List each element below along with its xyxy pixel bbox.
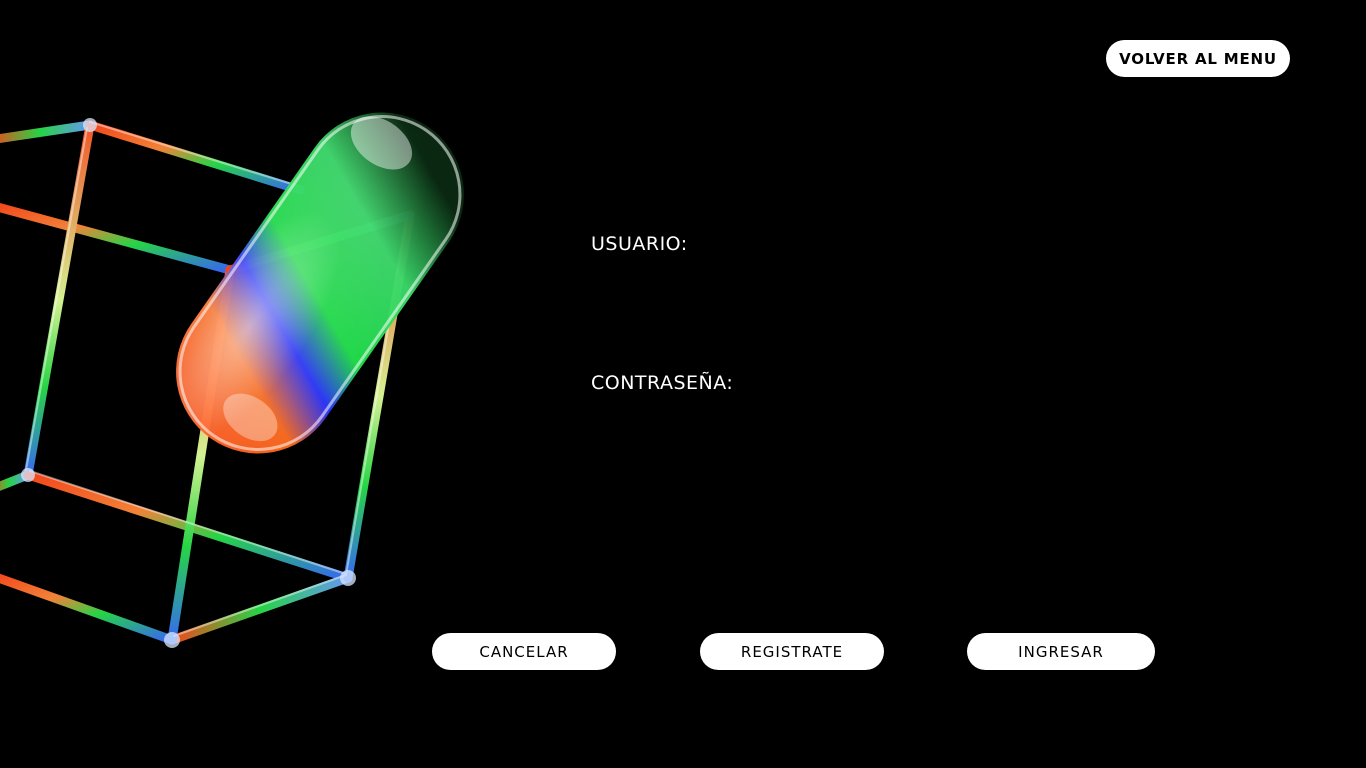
back-to-menu-button[interactable]: VOLVER AL MENU	[1106, 40, 1290, 77]
password-label: CONTRASEÑA:	[591, 372, 734, 394]
register-button[interactable]: REGISTRATE	[700, 633, 884, 670]
glass-cube-and-capsule-art	[0, 112, 464, 648]
login-button[interactable]: INGRESAR	[967, 633, 1155, 670]
password-input[interactable]	[752, 371, 1130, 403]
cancel-button[interactable]: CANCELAR	[432, 633, 616, 670]
username-label: USUARIO:	[591, 233, 688, 255]
username-input[interactable]	[706, 232, 1130, 264]
